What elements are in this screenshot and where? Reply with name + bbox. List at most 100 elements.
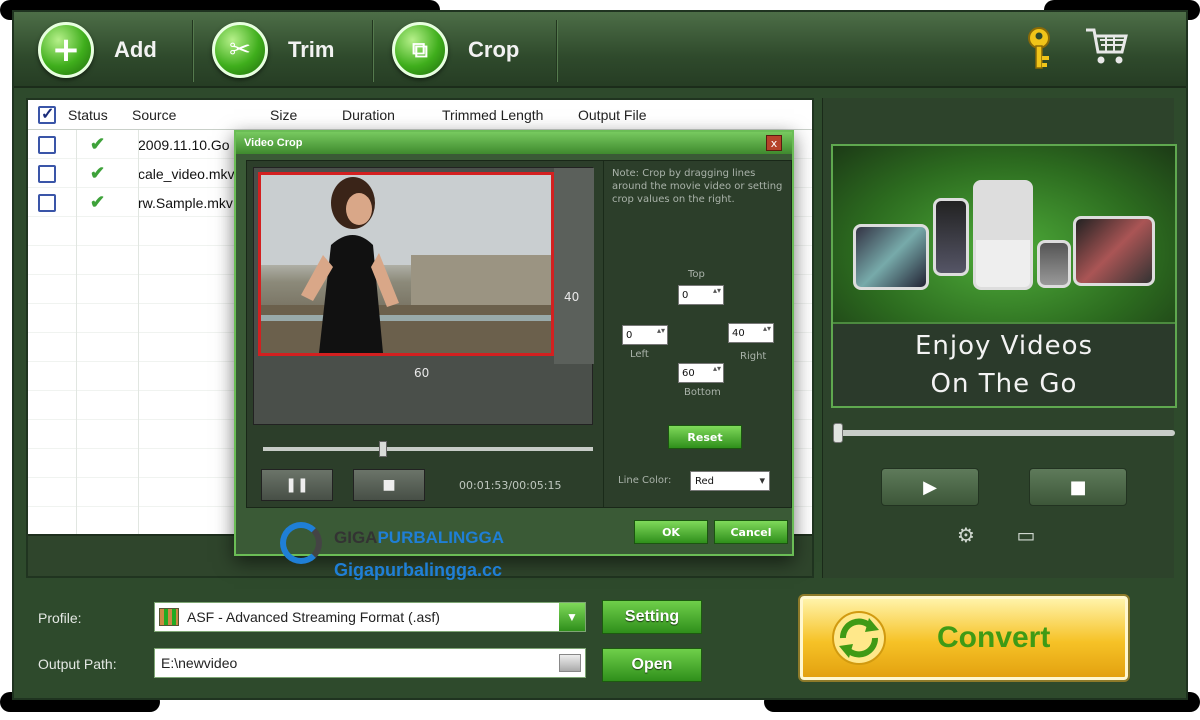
- row-checkbox[interactable]: [38, 193, 56, 212]
- reset-button[interactable]: Reset: [668, 425, 742, 449]
- row-checkbox[interactable]: [38, 164, 56, 183]
- device-ipod: [973, 180, 1033, 290]
- key-icon[interactable]: [1022, 26, 1056, 72]
- convert-refresh-icon: [832, 611, 886, 665]
- video-crop-dialog: Video Crop x 40 60 ❚❚ ■ 00:01:53/00:05:1…: [234, 130, 794, 556]
- add-button[interactable]: + Add: [38, 20, 157, 80]
- video-preview-image: [261, 175, 551, 353]
- column-duration[interactable]: Duration: [342, 107, 442, 123]
- open-button[interactable]: Open: [602, 648, 702, 682]
- select-all-checkbox[interactable]: [38, 104, 56, 124]
- toolbar-separator: [556, 20, 558, 82]
- line-color-label: Line Color:: [618, 475, 672, 486]
- chevron-down-icon[interactable]: ▼: [559, 603, 585, 631]
- pause-button[interactable]: ❚❚: [261, 469, 333, 501]
- crop-width-label: 60: [414, 366, 430, 380]
- watermark-brand-part1: GIGA: [334, 528, 378, 547]
- left-label: Left: [630, 349, 649, 360]
- video-crop-area[interactable]: 40 60: [253, 167, 594, 425]
- stop-icon: ■: [382, 477, 396, 493]
- right-input[interactable]: 40: [728, 323, 774, 343]
- video-frame[interactable]: [258, 172, 554, 356]
- stop-video-button[interactable]: ■: [353, 469, 425, 501]
- column-trimmed-length[interactable]: Trimmed Length: [442, 107, 578, 123]
- status-check-icon: ✔: [90, 134, 106, 154]
- source-cell: rw.Sample.mkv: [138, 194, 233, 211]
- row-checkbox[interactable]: [38, 135, 56, 154]
- scissors-icon: ✂: [212, 22, 268, 78]
- source-cell: 2009.11.10.Go: [138, 136, 230, 153]
- ok-button[interactable]: OK: [634, 520, 708, 544]
- preview-seek-bar[interactable]: [833, 423, 1175, 443]
- top-input[interactable]: 0: [678, 285, 724, 305]
- watermark-brand: GIGAPURBALINGGA: [334, 528, 504, 548]
- left-input[interactable]: 0: [622, 325, 668, 345]
- promo-caption: Enjoy Videos On The Go: [833, 322, 1175, 406]
- toolbar: + Add ✂ Trim ⧉ Crop: [14, 12, 1186, 88]
- folder-icon[interactable]: ▭: [1011, 520, 1041, 550]
- watermark-url: Gigapurbalingga.cc: [334, 560, 503, 580]
- watermark-logo: [280, 522, 322, 564]
- crop-note: Note: Crop by dragging lines around the …: [612, 168, 783, 205]
- column-source[interactable]: Source: [132, 107, 270, 123]
- toolbar-separator: [372, 20, 374, 82]
- grid-line: [76, 130, 77, 534]
- video-seek-bar[interactable]: [263, 441, 593, 457]
- stop-icon: ■: [1069, 476, 1087, 498]
- file-list-header: Status Source Size Duration Trimmed Leng…: [28, 100, 812, 130]
- browse-folder-icon[interactable]: [559, 654, 581, 672]
- output-path-label: Output Path:: [38, 656, 117, 672]
- output-path-input[interactable]: E:\newvideo: [154, 648, 586, 678]
- dialog-title[interactable]: Video Crop: [236, 132, 792, 154]
- dialog-body: 40 60 ❚❚ ■ 00:01:53/00:05:15 Note: Crop …: [246, 160, 792, 508]
- snapshot-icon[interactable]: ⚙: [951, 520, 981, 550]
- crop-button[interactable]: ⧉ Crop: [392, 20, 519, 80]
- cart-icon[interactable]: [1084, 26, 1130, 66]
- video-seek-handle[interactable]: [379, 441, 387, 457]
- right-label: Right: [740, 351, 767, 362]
- grid-line: [138, 130, 139, 534]
- device-phone: [1073, 216, 1155, 286]
- convert-button[interactable]: Convert: [800, 596, 1128, 680]
- pause-icon: ❚❚: [285, 477, 309, 493]
- stop-button[interactable]: ■: [1029, 468, 1127, 506]
- crop-side-region: [554, 168, 594, 364]
- crop-label: Crop: [468, 37, 520, 62]
- toolbar-separator: [192, 20, 194, 82]
- line-color-select[interactable]: Red: [690, 471, 770, 491]
- crop-icon: ⧉: [392, 22, 448, 78]
- crop-height-label: 40: [564, 290, 580, 304]
- convert-label: Convert: [937, 621, 1051, 654]
- column-size[interactable]: Size: [270, 107, 342, 123]
- timecode: 00:01:53/00:05:15: [459, 479, 562, 492]
- profile-select[interactable]: ASF - Advanced Streaming Format (.asf) ▼: [154, 602, 586, 632]
- source-cell: cale_video.mkv: [138, 165, 235, 182]
- trim-label: Trim: [288, 37, 335, 62]
- crop-settings-panel: Note: Crop by dragging lines around the …: [603, 161, 791, 507]
- plus-icon: +: [38, 22, 94, 78]
- column-status[interactable]: Status: [68, 107, 132, 123]
- output-path-value: E:\newvideo: [161, 655, 238, 671]
- asf-format-icon: [159, 608, 179, 626]
- profile-label: Profile:: [38, 610, 82, 626]
- add-label: Add: [114, 37, 157, 62]
- play-button[interactable]: ▶: [881, 468, 979, 506]
- device-player: [933, 198, 969, 276]
- watermark-brand-part2: PURBALINGGA: [377, 528, 505, 547]
- seek-handle[interactable]: [833, 423, 843, 443]
- cancel-button[interactable]: Cancel: [714, 520, 788, 544]
- profile-value: ASF - Advanced Streaming Format (.asf): [187, 609, 440, 625]
- trim-button[interactable]: ✂ Trim: [212, 20, 334, 80]
- setting-button[interactable]: Setting: [602, 600, 702, 634]
- promo-banner[interactable]: Enjoy Videos On The Go: [831, 144, 1177, 408]
- status-check-icon: ✔: [90, 163, 106, 183]
- preview-panel: Enjoy Videos On The Go ▶ ■ ⚙ ▭: [822, 98, 1177, 578]
- close-icon[interactable]: x: [766, 135, 782, 151]
- device-zune: [1037, 240, 1071, 288]
- play-icon: ▶: [923, 476, 937, 498]
- column-output-file[interactable]: Output File: [578, 107, 646, 123]
- devices-image: [833, 146, 1175, 322]
- bottom-input[interactable]: 60: [678, 363, 724, 383]
- promo-line-2: On The Go: [930, 369, 1078, 399]
- top-label: Top: [688, 269, 705, 280]
